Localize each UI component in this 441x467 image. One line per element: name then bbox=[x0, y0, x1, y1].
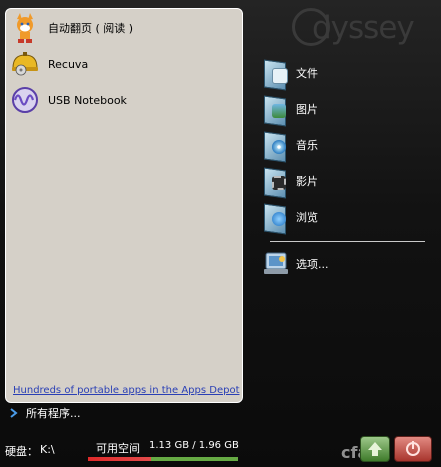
pictures-folder-icon bbox=[262, 94, 288, 127]
app-label: Recuva bbox=[48, 57, 89, 71]
explore-folder-icon bbox=[262, 202, 288, 235]
app-item-recuva[interactable]: Recuva bbox=[10, 47, 238, 81]
music-folder-icon bbox=[262, 130, 288, 163]
folder-explore[interactable]: 浏览 bbox=[262, 201, 318, 235]
portable-apps-menu: dyssey 自动翻页 ( 阅读 ) Recuva USB Notebook H… bbox=[0, 0, 441, 467]
options-label: 选项... bbox=[296, 258, 329, 271]
app-item-usb-notebook[interactable]: USB Notebook bbox=[10, 83, 238, 117]
drive-letter: K:\ bbox=[40, 443, 55, 456]
options-icon bbox=[262, 249, 288, 279]
usb-notebook-icon bbox=[10, 85, 40, 115]
folder-pictures[interactable]: 图片 bbox=[262, 93, 318, 127]
folder-label: 影片 bbox=[296, 175, 318, 188]
up-arrow-icon bbox=[368, 442, 382, 456]
all-programs-label: 所有程序... bbox=[26, 407, 81, 420]
folder-label: 音乐 bbox=[296, 139, 318, 152]
folder-music[interactable]: 音乐 bbox=[262, 129, 318, 163]
folder-label: 文件 bbox=[296, 67, 318, 80]
logo-text: dyssey bbox=[312, 10, 415, 46]
free-space-label: 可用空间 bbox=[96, 442, 140, 455]
fox-mascot-icon bbox=[10, 13, 40, 43]
odyssey-logo: dyssey bbox=[290, 4, 440, 56]
all-programs-button[interactable]: 所有程序... bbox=[10, 405, 81, 421]
folder-documents[interactable]: 文件 bbox=[262, 57, 318, 91]
app-label: USB Notebook bbox=[48, 93, 127, 107]
apps-depot-link[interactable]: Hundreds of portable apps in the Apps De… bbox=[13, 385, 239, 396]
exit-button[interactable] bbox=[394, 436, 432, 462]
documents-folder-icon bbox=[262, 58, 288, 91]
app-label: 自动翻页 ( 阅读 ) bbox=[48, 22, 134, 35]
folder-label: 图片 bbox=[296, 103, 318, 116]
app-list-panel: 自动翻页 ( 阅读 ) Recuva USB Notebook Hundreds… bbox=[5, 8, 243, 403]
app-item-auto-page[interactable]: 自动翻页 ( 阅读 ) bbox=[10, 11, 238, 45]
disk-label: 硬盘： bbox=[5, 445, 38, 458]
right-separator bbox=[270, 241, 425, 242]
options-button[interactable]: 选项... bbox=[262, 248, 329, 280]
folder-videos[interactable]: 影片 bbox=[262, 165, 318, 199]
eject-button[interactable] bbox=[360, 436, 390, 462]
recuva-helmet-icon bbox=[10, 49, 40, 79]
free-space-value: 1.13 GB / 1.96 GB bbox=[149, 440, 239, 451]
folder-label: 浏览 bbox=[296, 211, 318, 224]
power-icon bbox=[406, 441, 420, 456]
disk-usage-bar bbox=[88, 457, 238, 461]
chevron-right-icon bbox=[10, 408, 18, 418]
disk-free-fill bbox=[151, 457, 238, 461]
disk-status-bar: 硬盘： K:\ 可用空间 1.13 GB / 1.96 GB cfan bbox=[0, 430, 441, 467]
videos-folder-icon bbox=[262, 166, 288, 199]
disk-usage-fill bbox=[88, 457, 151, 461]
